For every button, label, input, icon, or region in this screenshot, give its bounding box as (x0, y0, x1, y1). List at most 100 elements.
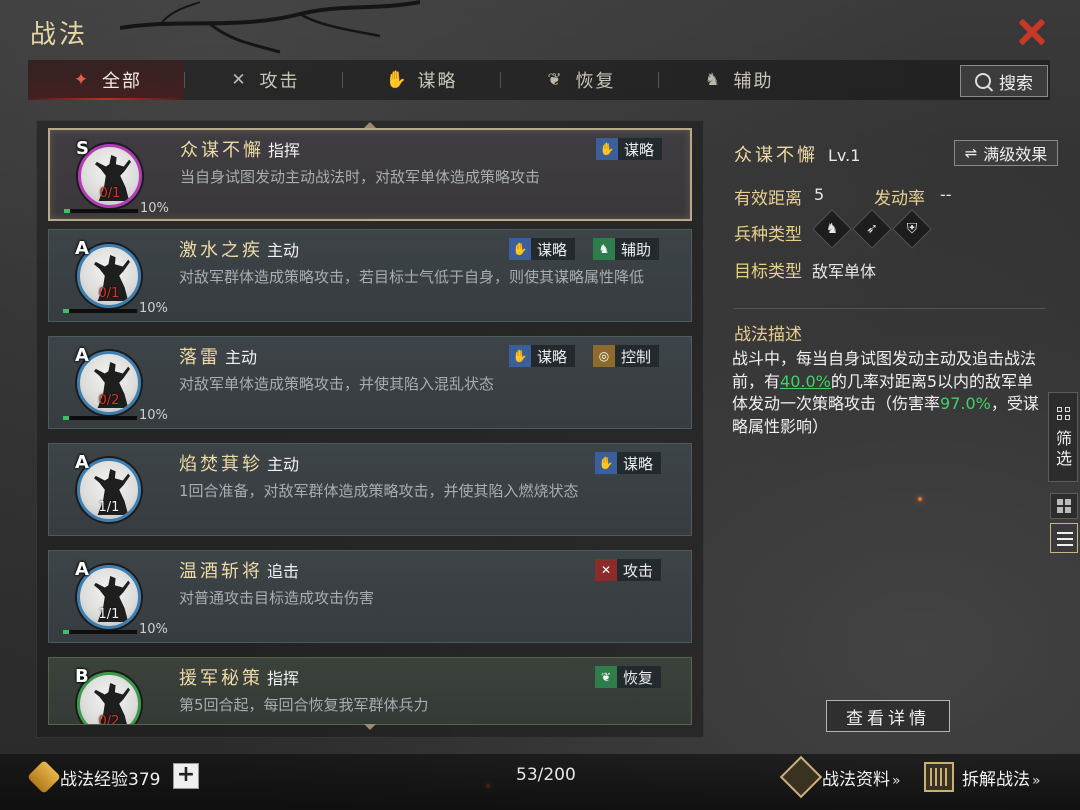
description-body: 战斗中，每当自身试图发动主动及追击战法前，有40.0%的几率对距离5以内的敌军单… (732, 348, 1042, 438)
assist-icon: ♞ (593, 238, 615, 260)
filter-grid-icon (1057, 407, 1071, 421)
badge-label: 控制 (621, 347, 652, 366)
description-title: 战法描述 (734, 325, 802, 345)
tactic-card[interactable]: A 1/1 10% 温酒斩将 追击 ✕ 攻击 对普通攻击目标造成攻击伤害 (48, 550, 692, 643)
assist-icon: ♞ (704, 70, 723, 90)
shield-icon: ⛨ (892, 209, 932, 249)
control-icon: ◎ (593, 345, 615, 367)
tactic-kind: 追击 (267, 562, 300, 581)
tactic-name: 众谋不懈 指挥 (180, 136, 300, 162)
strategy-hand-icon: ✋ (509, 238, 531, 260)
tactic-kind: 主动 (225, 348, 258, 367)
tactic-name-text: 众谋不懈 (180, 140, 264, 161)
tactic-grade: B (75, 666, 89, 687)
trigger-rate-label: 发动率 (874, 189, 925, 209)
tactic-description: 当自身试图发动主动战法时，对敌军单体造成策略攻击 (180, 168, 541, 186)
tactic-xp-bar (64, 209, 138, 213)
tactic-card[interactable]: B 0/2 援军秘策 指挥 ❦ 恢复 第5回合起，每回合恢复我军群体兵力 (48, 657, 692, 725)
tactic-kind: 主动 (267, 241, 300, 260)
search-icon (975, 73, 991, 89)
max-level-effect-button[interactable]: ⇌ 满级效果 (954, 140, 1058, 166)
tactic-badge: ◎ 控制 (593, 345, 660, 367)
xp-bar-fill (63, 416, 69, 420)
tactic-name: 落雷 主动 (179, 343, 257, 369)
tactic-badge: ✋ 谋略 (595, 452, 662, 474)
close-button[interactable] (1014, 14, 1050, 50)
badge-label: 辅助 (621, 240, 652, 259)
add-xp-button[interactable]: + (173, 763, 199, 789)
tactic-grade: A (75, 345, 89, 366)
strategy-hand-icon: ✋ (596, 138, 618, 160)
tactic-card[interactable]: S 0/1 10% 众谋不懈 指挥 ✋ 谋略 当自身试图发动主动战法时，对敌军单体造… (48, 128, 692, 221)
archer-icon: ➶ (852, 209, 892, 249)
tactic-grade: A (75, 238, 89, 259)
tactic-count: 1/1 (98, 607, 120, 622)
target-type-value: 敌军单体 (812, 262, 877, 281)
tab-attack[interactable]: ✕ 攻击 (185, 60, 342, 100)
divider (734, 308, 1046, 309)
tactic-info-link[interactable]: 战法资料» (822, 765, 901, 790)
ink-branch-decoration (120, 0, 420, 54)
tactic-card[interactable]: A 1/1 焰焚萁轸 主动 ✋ 谋略 1回合准备，对敌军群体造成策略攻击，并使其陷入… (48, 443, 692, 536)
tactic-badge: ✋ 谋略 (509, 345, 576, 367)
disassemble-icon (924, 762, 954, 792)
tab-strategy[interactable]: ✋ 谋略 (343, 60, 500, 100)
tactic-name-text: 温酒斩将 (179, 561, 263, 582)
badge-label: 谋略 (624, 140, 655, 159)
tactic-kind: 指挥 (268, 141, 301, 160)
unit-type-label: 兵种类型 (734, 225, 802, 245)
tab-recover-label: 恢复 (575, 71, 616, 92)
disassemble-tactic-link[interactable]: 拆解战法» (962, 765, 1041, 790)
tactic-kind: 主动 (267, 455, 300, 474)
grid-view-button[interactable] (1050, 493, 1078, 519)
tactic-name: 焰焚萁轸 主动 (179, 450, 299, 476)
strategy-hand-icon: ✋ (509, 345, 531, 367)
trigger-rate-value: -- (940, 185, 952, 204)
search-button[interactable]: 搜索 (960, 65, 1048, 97)
tactic-grade: A (75, 452, 89, 473)
tab-strategy-label: 谋略 (417, 71, 458, 92)
list-view-button[interactable] (1050, 523, 1078, 553)
tactic-name-text: 焰焚萁轸 (179, 454, 263, 475)
tactic-badge: ✋ 谋略 (509, 238, 576, 260)
target-type-label: 目标类型 (734, 262, 802, 282)
tab-assist-label: 辅助 (733, 71, 774, 92)
xp-bar-fill (64, 209, 70, 213)
tactic-badge: ❦ 恢复 (595, 666, 662, 688)
filter-button[interactable]: 筛选 (1048, 392, 1078, 482)
range-label: 有效距离 (734, 189, 802, 209)
badge-label: 谋略 (537, 240, 568, 259)
tactic-xp-percent: 10% (140, 201, 169, 216)
strategy-hand-icon: ✋ (595, 452, 617, 474)
tactic-card[interactable]: A 0/1 10% 激水之疾 主动 ✋ 谋略 ♞ 辅助 对敌军群体造成策略攻击，若目标… (48, 229, 692, 322)
strategy-hand-icon: ✋ (385, 70, 410, 90)
tactic-description: 第5回合起，每回合恢复我军群体兵力 (179, 696, 429, 714)
tactic-grade: A (75, 559, 89, 580)
tactic-count: 0/1 (99, 186, 121, 201)
tactic-badge: ✋ 谋略 (596, 138, 663, 160)
detail-level: Lv.1 (828, 146, 861, 165)
view-details-button[interactable]: 查看详情 (826, 700, 950, 732)
tactic-count: 0/2 (98, 393, 120, 408)
swap-icon: ⇌ (964, 144, 978, 162)
tab-assist[interactable]: ♞ 辅助 (659, 60, 816, 100)
tab-recover[interactable]: ❦ 恢复 (501, 60, 658, 100)
tactic-description: 对敌军群体造成策略攻击，若目标士气低于自身，则使其谋略属性降低 (179, 268, 645, 286)
filter-label: 筛选 (1055, 429, 1072, 468)
tab-all[interactable]: ✦ 全部 (28, 60, 184, 100)
tactic-name-text: 落雷 (179, 347, 221, 368)
scroll-down-arrow-icon (364, 724, 376, 730)
tactic-xp-bar (63, 309, 137, 313)
chevron-right-icon: » (1032, 773, 1041, 789)
tactic-name-text: 激水之疾 (179, 240, 263, 261)
tactic-count-total: 53/200 (516, 765, 576, 785)
tactic-name: 温酒斩将 追击 (179, 557, 299, 583)
range-value: 5 (814, 185, 825, 204)
tactic-grade: S (76, 138, 89, 159)
tactic-xp-percent: 10% (139, 301, 168, 316)
tactic-count: 1/1 (98, 500, 120, 515)
badge-label: 恢复 (623, 668, 654, 687)
damage-rate-value: 97.0% (940, 394, 991, 413)
tactic-card[interactable]: A 0/2 10% 落雷 主动 ✋ 谋略 ◎ 控制 对敌军单体造成策略攻击，并使其陷入… (48, 336, 692, 429)
tactic-xp-percent: 10% (139, 622, 168, 637)
